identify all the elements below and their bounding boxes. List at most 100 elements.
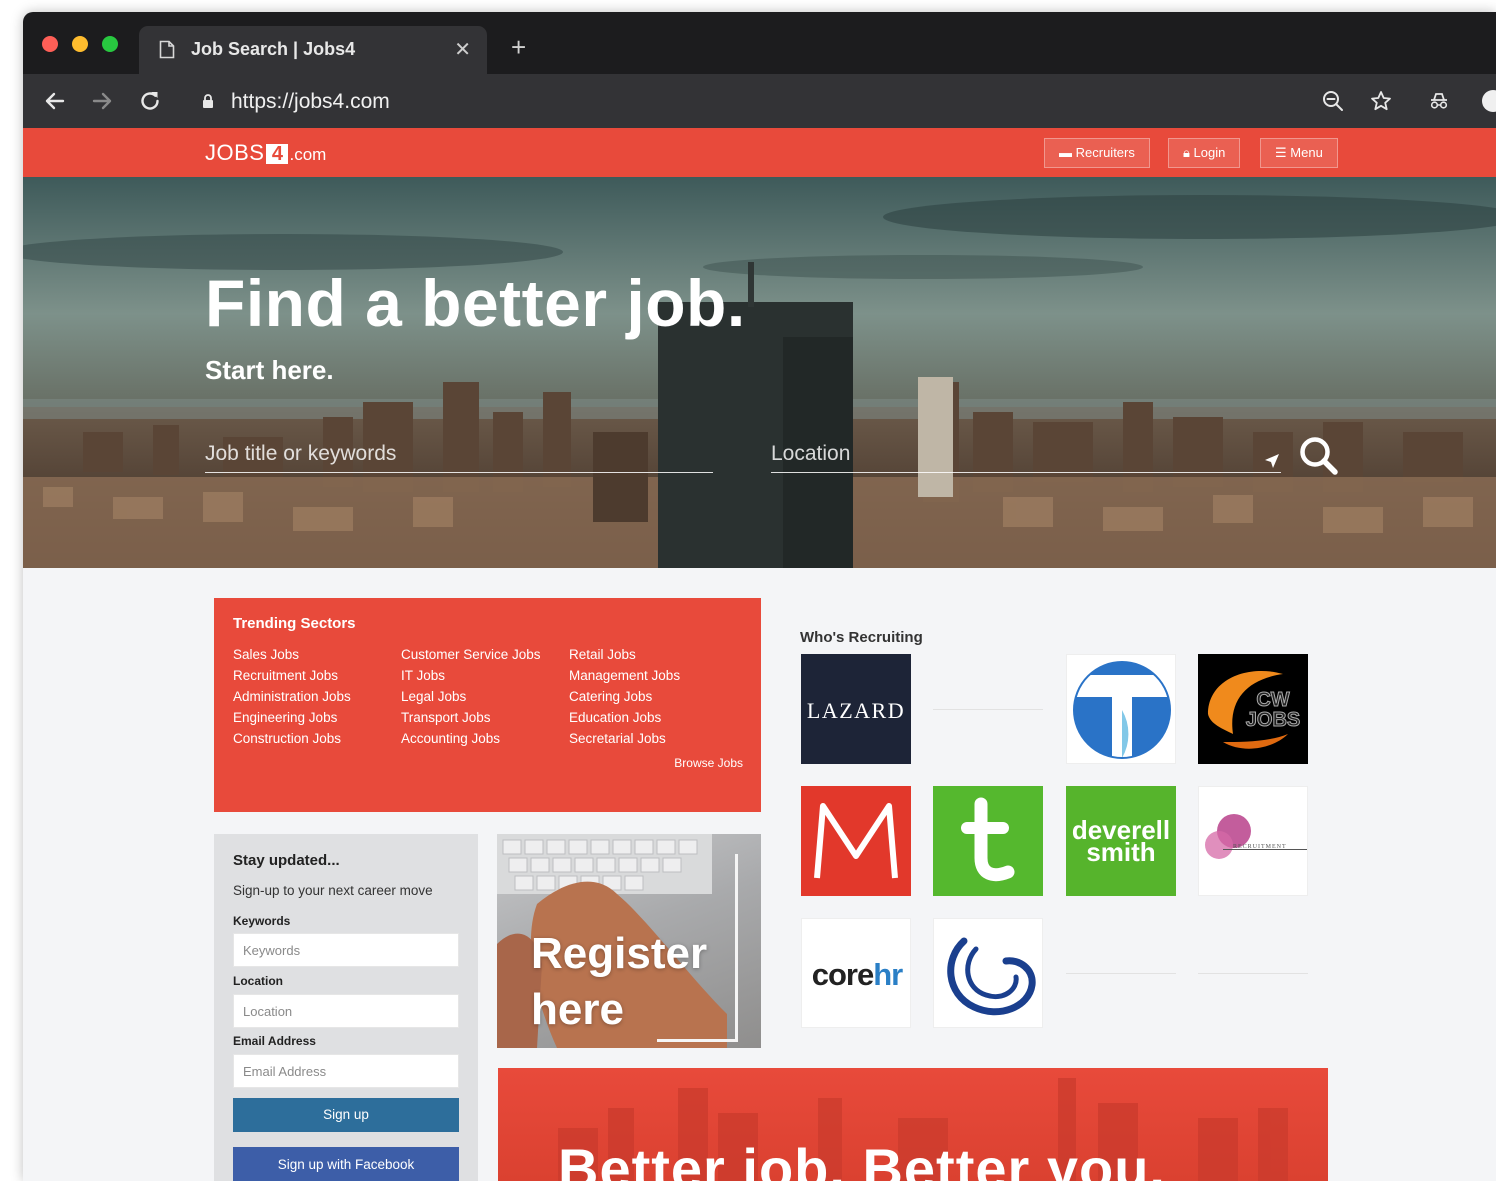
location-input[interactable]	[771, 435, 1281, 473]
menu-label: Menu	[1290, 145, 1323, 160]
tab-close-icon[interactable]: ✕	[454, 37, 471, 62]
window-zoom-button[interactable]	[102, 36, 118, 52]
window-minimize-button[interactable]	[72, 36, 88, 52]
location-label: Location	[233, 974, 283, 988]
sector-link[interactable]: Customer Service Jobs	[401, 644, 541, 665]
forward-icon[interactable]	[89, 88, 115, 114]
trending-sectors-title: Trending Sectors	[233, 615, 356, 632]
hamburger-icon: ☰	[1275, 145, 1287, 160]
recruitment-logo-text: RECRUITMENT	[1233, 844, 1287, 850]
sector-column-1: Sales Jobs Recruitment Jobs Administrati…	[233, 644, 351, 749]
logo-four-mark: 4	[266, 144, 289, 164]
reload-icon[interactable]	[137, 88, 163, 114]
site-header: JOBS 4 .com ▬ Recruiters 🔒︎ Login ☰ Menu	[23, 128, 1496, 177]
signup-location-input[interactable]	[233, 994, 459, 1028]
browser-toolbar: https://jobs4.com	[23, 74, 1496, 128]
signup-subtitle: Sign-up to your next career move	[233, 883, 433, 898]
signup-title: Stay updated...	[233, 852, 340, 869]
menu-button[interactable]: ☰ Menu	[1260, 138, 1338, 168]
window-close-button[interactable]	[42, 36, 58, 52]
recruitment-circles-icon	[1205, 814, 1307, 859]
location-arrow-icon[interactable]	[1264, 453, 1280, 469]
swirl-logo[interactable]	[933, 918, 1043, 1028]
browse-jobs-link[interactable]: Browse Jobs	[674, 756, 743, 770]
banner-headline: Better job. Better you.	[558, 1137, 1166, 1181]
sector-link[interactable]: Engineering Jobs	[233, 707, 351, 728]
sector-column-2: Customer Service Jobs IT Jobs Legal Jobs…	[401, 644, 541, 749]
sector-link[interactable]: Secretarial Jobs	[569, 728, 680, 749]
trending-sectors-panel: Trending Sectors Sales Jobs Recruitment …	[214, 598, 761, 812]
new-tab-icon[interactable]: +	[511, 34, 526, 60]
t-letter-icon	[961, 797, 1015, 882]
lazard-logo-text: LAZARD	[806, 698, 906, 723]
sector-link[interactable]: Management Jobs	[569, 665, 680, 686]
sector-column-3: Retail Jobs Management Jobs Catering Job…	[569, 644, 680, 749]
lock-icon	[203, 94, 213, 108]
hero-section: Find a better job. Start here.	[23, 177, 1496, 568]
sector-link[interactable]: Recruitment Jobs	[233, 665, 351, 686]
t-logo-blue[interactable]	[1066, 654, 1176, 764]
sector-link[interactable]: Retail Jobs	[569, 644, 680, 665]
lazard-logo[interactable]: LAZARD	[801, 654, 911, 764]
better-job-banner[interactable]: Better job. Better you.	[498, 1068, 1328, 1181]
email-label: Email Address	[233, 1034, 316, 1048]
page-icon	[159, 40, 175, 59]
briefcase-icon: ▬	[1059, 145, 1072, 160]
m-logo[interactable]	[801, 786, 911, 896]
job-keywords-input[interactable]	[205, 435, 713, 473]
facebook-signup-button[interactable]: Sign up with Facebook	[233, 1147, 459, 1181]
recruiters-button[interactable]: ▬ Recruiters	[1044, 138, 1150, 168]
empty-logo-slot	[1198, 973, 1308, 974]
signup-email-input[interactable]	[233, 1054, 459, 1088]
sector-link[interactable]: Accounting Jobs	[401, 728, 541, 749]
whos-recruiting-title: Who's Recruiting	[800, 629, 923, 646]
profile-avatar[interactable]	[1482, 90, 1496, 112]
incognito-icon[interactable]	[1428, 90, 1450, 112]
whos-recruiting-panel: Who's Recruiting LAZARD CW JOBS deverell…	[783, 598, 1328, 1046]
sector-link[interactable]: Catering Jobs	[569, 686, 680, 707]
sector-link[interactable]: Administration Jobs	[233, 686, 351, 707]
register-line-2: here	[531, 985, 624, 1034]
tab-title: Job Search | Jobs4	[191, 39, 356, 59]
login-label: Login	[1193, 145, 1226, 160]
t-logo-green[interactable]	[933, 786, 1043, 896]
deverell-smith-logo[interactable]: deverell smith	[1066, 786, 1176, 896]
signup-panel: Stay updated... Sign-up to your next car…	[214, 834, 478, 1181]
corehr-logo-text: corehr	[802, 957, 910, 993]
smith-logo-text: smith	[1086, 837, 1156, 867]
url-text: https://jobs4.com	[231, 90, 390, 113]
empty-logo-slot	[933, 709, 1043, 710]
corehr-logo[interactable]: corehr	[801, 918, 911, 1028]
sector-link[interactable]: Education Jobs	[569, 707, 680, 728]
jobs4-logo[interactable]: JOBS 4 .com	[205, 140, 326, 166]
browser-tab[interactable]: Job Search | Jobs4 ✕	[139, 26, 487, 74]
back-icon[interactable]	[42, 88, 68, 114]
zoom-icon[interactable]	[1322, 90, 1344, 112]
signup-keywords-input[interactable]	[233, 933, 459, 967]
signup-button[interactable]: Sign up	[233, 1098, 459, 1132]
logo-jobs-text: JOBS	[205, 140, 265, 165]
browser-tab-bar: Job Search | Jobs4 ✕ +	[23, 12, 1496, 74]
sector-link[interactable]: Legal Jobs	[401, 686, 541, 707]
register-tile[interactable]: Register here	[497, 834, 761, 1048]
core-text: core	[811, 957, 874, 992]
sector-link[interactable]: Sales Jobs	[233, 644, 351, 665]
browser-window: Job Search | Jobs4 ✕ + https://jobs4.com	[23, 12, 1496, 1181]
blue-swirl-icon	[947, 937, 1036, 1016]
m-letter-icon	[814, 803, 898, 879]
bookmark-star-icon[interactable]	[1370, 90, 1392, 112]
hr-text: hr	[873, 957, 903, 992]
login-button[interactable]: 🔒︎ Login	[1168, 138, 1241, 168]
recruitment-logo[interactable]: RECRUITMENT	[1198, 786, 1308, 896]
register-line-1: Register	[531, 929, 708, 978]
sector-link[interactable]: IT Jobs	[401, 665, 541, 686]
logo-com-text: .com	[289, 145, 327, 164]
lock-icon: 🔒︎	[1183, 145, 1190, 160]
address-bar[interactable]: https://jobs4.com	[188, 82, 1458, 122]
t-circle-icon	[1073, 661, 1171, 763]
search-icon[interactable]	[1298, 435, 1340, 477]
cwjobs-logo[interactable]: CW JOBS	[1198, 654, 1308, 764]
sector-link[interactable]: Transport Jobs	[401, 707, 541, 728]
sector-link[interactable]: Construction Jobs	[233, 728, 351, 749]
hero-subtitle: Start here.	[205, 355, 334, 385]
